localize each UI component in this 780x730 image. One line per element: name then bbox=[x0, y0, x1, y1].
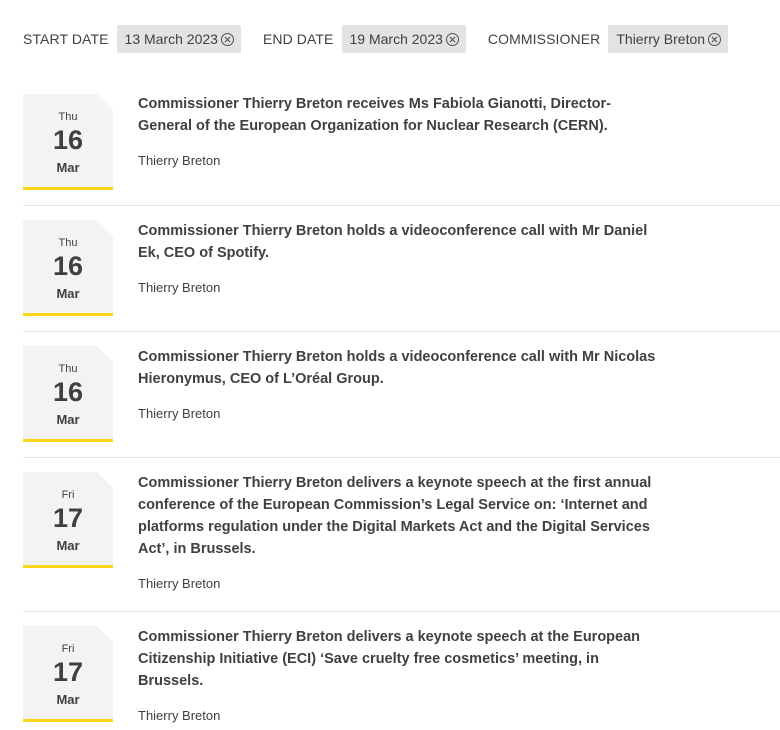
filter-chip-commissioner[interactable]: Thierry Breton bbox=[608, 25, 729, 53]
event-date: Thu 16 Mar bbox=[23, 220, 113, 316]
event-content: Commissioner Thierry Breton receives Ms … bbox=[138, 93, 658, 168]
event-weekday: Thu bbox=[58, 363, 78, 375]
event-commissioner: Thierry Breton bbox=[138, 576, 221, 591]
event-day: 16 bbox=[52, 377, 84, 407]
event-commissioner: Thierry Breton bbox=[138, 708, 221, 723]
event-day: 17 bbox=[52, 657, 84, 687]
event-day: 17 bbox=[52, 503, 84, 533]
filter-label-start-date: START DATE bbox=[23, 31, 109, 47]
event-weekday: Fri bbox=[61, 489, 75, 501]
active-filters: START DATE 13 March 2023 END DATE 19 Mar… bbox=[23, 25, 750, 53]
event-item: Thu 16 Mar Commissioner Thierry Breton h… bbox=[23, 332, 780, 458]
event-content: Commissioner Thierry Breton delivers a k… bbox=[138, 472, 658, 591]
event-content: Commissioner Thierry Breton holds a vide… bbox=[138, 346, 658, 421]
event-weekday: Thu bbox=[58, 111, 78, 123]
event-day: 16 bbox=[52, 125, 84, 155]
event-title[interactable]: Commissioner Thierry Breton holds a vide… bbox=[138, 346, 658, 390]
event-item: Thu 16 Mar Commissioner Thierry Breton r… bbox=[23, 92, 780, 206]
filter-chip-end-date[interactable]: 19 March 2023 bbox=[341, 25, 466, 53]
close-circle-icon[interactable] bbox=[445, 32, 459, 46]
close-circle-icon[interactable] bbox=[708, 32, 722, 46]
event-title[interactable]: Commissioner Thierry Breton delivers a k… bbox=[138, 472, 658, 560]
event-item: Fri 17 Mar Commissioner Thierry Breton d… bbox=[23, 612, 780, 730]
event-title[interactable]: Commissioner Thierry Breton holds a vide… bbox=[138, 220, 658, 264]
filter-label-end-date: END DATE bbox=[262, 31, 334, 47]
event-date: Fri 17 Mar bbox=[23, 626, 113, 722]
event-day: 16 bbox=[52, 251, 84, 281]
filter-chip-start-date[interactable]: 13 March 2023 bbox=[116, 25, 241, 53]
event-content: Commissioner Thierry Breton delivers a k… bbox=[138, 626, 658, 723]
event-item: Fri 17 Mar Commissioner Thierry Breton d… bbox=[23, 458, 780, 612]
event-month: Mar bbox=[56, 538, 80, 553]
event-title[interactable]: Commissioner Thierry Breton receives Ms … bbox=[138, 93, 658, 137]
event-list: Thu 16 Mar Commissioner Thierry Breton r… bbox=[23, 92, 780, 730]
event-commissioner: Thierry Breton bbox=[138, 280, 221, 295]
filter-chip-value: 19 March 2023 bbox=[349, 31, 443, 47]
event-item: Thu 16 Mar Commissioner Thierry Breton h… bbox=[23, 206, 780, 332]
event-title[interactable]: Commissioner Thierry Breton delivers a k… bbox=[138, 626, 658, 692]
filter-chip-value: Thierry Breton bbox=[616, 31, 706, 47]
event-date: Thu 16 Mar bbox=[23, 346, 113, 442]
event-month: Mar bbox=[56, 160, 80, 175]
close-circle-icon[interactable] bbox=[220, 32, 234, 46]
event-date: Thu 16 Mar bbox=[23, 94, 113, 190]
event-month: Mar bbox=[56, 692, 80, 707]
event-month: Mar bbox=[56, 412, 80, 427]
filter-label-commissioner: COMMISSIONER bbox=[487, 31, 601, 47]
event-weekday: Fri bbox=[61, 643, 75, 655]
event-weekday: Thu bbox=[58, 237, 78, 249]
event-content: Commissioner Thierry Breton holds a vide… bbox=[138, 220, 658, 295]
event-commissioner: Thierry Breton bbox=[138, 406, 221, 421]
event-date: Fri 17 Mar bbox=[23, 472, 113, 568]
filter-chip-value: 13 March 2023 bbox=[124, 31, 218, 47]
event-month: Mar bbox=[56, 286, 80, 301]
event-commissioner: Thierry Breton bbox=[138, 153, 221, 168]
